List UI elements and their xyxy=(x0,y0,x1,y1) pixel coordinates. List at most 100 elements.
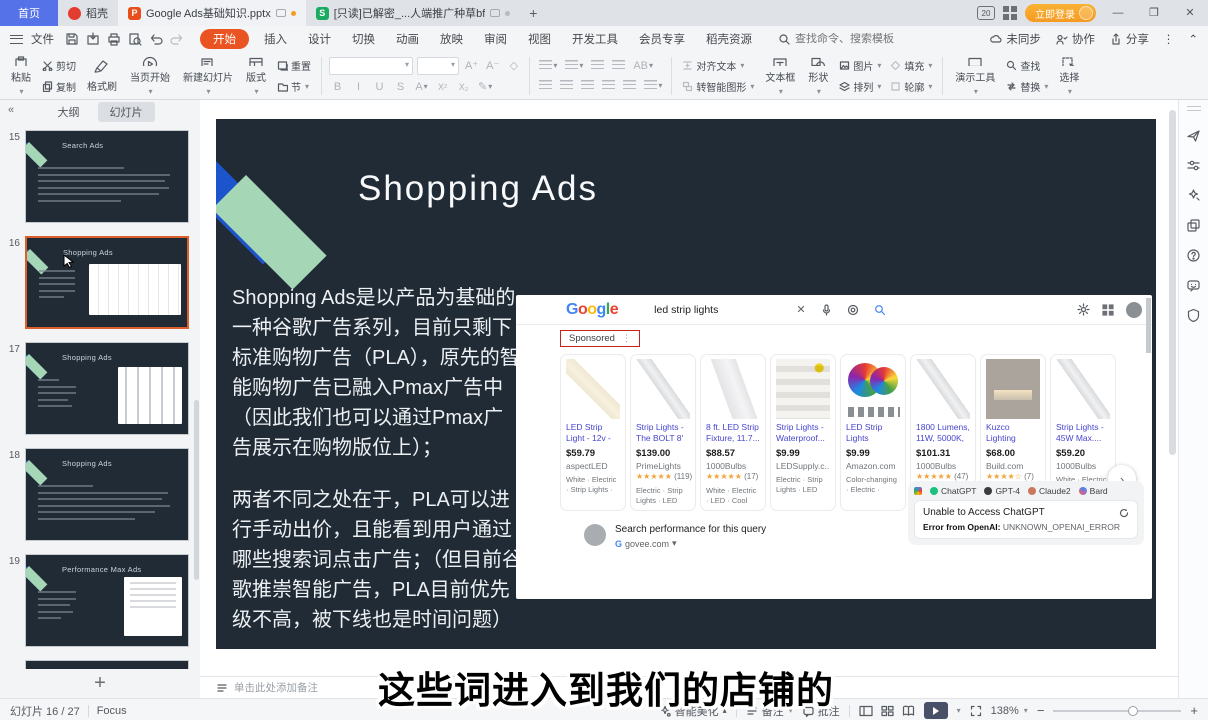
present-tools-button[interactable]: 演示工具 xyxy=(950,54,1000,98)
outline-button[interactable]: 轮廓 xyxy=(887,78,935,95)
align-center-button[interactable] xyxy=(558,78,575,94)
zoom-level[interactable]: 138% xyxy=(991,705,1028,717)
save-icon[interactable] xyxy=(65,32,79,46)
help-icon[interactable] xyxy=(1186,248,1201,263)
line-spacing-button[interactable] xyxy=(642,78,664,94)
preview-icon[interactable] xyxy=(128,32,142,46)
find-button[interactable]: 查找 xyxy=(1003,57,1051,74)
menu-tab-start[interactable]: 开始 xyxy=(200,29,249,49)
align-right-button[interactable] xyxy=(579,78,596,94)
share-button[interactable]: 分享 xyxy=(1109,31,1149,47)
feedback-icon[interactable] xyxy=(1186,278,1201,293)
slides-tab[interactable]: 幻灯片 xyxy=(98,102,155,122)
align-text-button[interactable]: 对齐文本 xyxy=(679,57,757,74)
slide-thumbnail-18[interactable]: 18 Shopping Ads xyxy=(4,448,194,541)
apps-grid-icon[interactable] xyxy=(1003,6,1017,20)
menu-tab-insert[interactable]: 插入 xyxy=(255,29,296,49)
slide-title[interactable]: Shopping Ads xyxy=(358,169,598,209)
decrease-font-button[interactable]: A⁻ xyxy=(484,58,501,74)
smart-graphic-button[interactable]: 转智能图形 xyxy=(679,78,757,95)
slide-thumbnail-19[interactable]: 19 Performance Max Ads xyxy=(4,554,194,647)
bullet-list-button[interactable] xyxy=(537,58,559,74)
decrease-indent-button[interactable] xyxy=(589,58,606,74)
shapes-button[interactable]: 形状 xyxy=(803,54,833,98)
magic-wand-icon[interactable] xyxy=(1186,188,1201,203)
menu-tab-animation[interactable]: 动画 xyxy=(387,29,428,49)
collapse-ribbon-icon[interactable]: ⌃ xyxy=(1188,32,1198,46)
slide-body-text[interactable]: Shopping Ads是以产品为基础的一种谷歌广告系列，目前只剩下标准购物广告… xyxy=(232,283,522,635)
menu-tab-developer[interactable]: 开发工具 xyxy=(563,29,627,49)
editing-canvas[interactable]: Shopping Ads Shopping Ads是以产品为基础的一种谷歌广告系… xyxy=(200,100,1178,676)
font-size-select[interactable] xyxy=(417,57,459,75)
layers-icon[interactable] xyxy=(1186,218,1201,233)
paste-button[interactable]: 粘贴 xyxy=(6,54,36,98)
increase-font-button[interactable]: A⁺ xyxy=(463,58,480,74)
menu-tab-member[interactable]: 会员专享 xyxy=(630,29,694,49)
more-menu-icon[interactable]: ⋮ xyxy=(1163,32,1175,46)
menu-tab-transition[interactable]: 切换 xyxy=(343,29,384,49)
reset-button[interactable]: 重置 xyxy=(274,57,314,74)
columns-button[interactable] xyxy=(621,78,638,94)
slide-16[interactable]: Shopping Ads Shopping Ads是以产品为基础的一种谷歌广告系… xyxy=(216,119,1156,649)
layout-button[interactable]: 版式 xyxy=(241,54,271,98)
sorter-view-icon[interactable] xyxy=(881,705,894,717)
font-color-button[interactable]: A xyxy=(413,79,430,95)
slide-thumbnail-20-partial[interactable] xyxy=(25,660,189,669)
menu-tab-docer-res[interactable]: 稻壳资源 xyxy=(697,29,761,49)
highlight-button[interactable]: ✎ xyxy=(476,79,494,95)
play-from-current-button[interactable]: 当页开始 xyxy=(125,54,175,98)
replace-button[interactable]: 替换 xyxy=(1003,78,1051,95)
panel-scrollbar[interactable] xyxy=(194,400,199,580)
export-icon[interactable] xyxy=(86,32,100,46)
tab-document-pptx[interactable]: P Google Ads基础知识.pptx xyxy=(118,0,306,26)
zoom-in-button[interactable]: + xyxy=(1190,703,1198,718)
select-button[interactable]: 选择 xyxy=(1054,54,1084,98)
minimize-button[interactable]: — xyxy=(1104,1,1132,25)
copy-button[interactable]: 复制 xyxy=(39,78,79,95)
text-direction-button[interactable]: AB xyxy=(631,58,655,74)
menu-tab-design[interactable]: 设计 xyxy=(299,29,340,49)
font-family-select[interactable] xyxy=(329,57,413,75)
tab-document-sheet[interactable]: S [只读]已解密_...人端推广种草bf xyxy=(306,0,521,26)
superscript-button[interactable]: X² xyxy=(434,79,451,95)
undo-icon[interactable] xyxy=(149,32,163,46)
login-button[interactable]: 立即登录 xyxy=(1025,4,1096,22)
cut-button[interactable]: 剪切 xyxy=(39,57,79,74)
new-tab-button[interactable]: + xyxy=(520,0,546,26)
zoom-slider-thumb[interactable] xyxy=(1128,706,1138,716)
tab-home[interactable]: 首页 xyxy=(0,0,58,26)
subscript-button[interactable]: X₂ xyxy=(455,79,472,95)
shield-icon[interactable] xyxy=(1186,308,1201,323)
bold-button[interactable]: B xyxy=(329,79,346,95)
picture-button[interactable]: 图片 xyxy=(836,57,884,74)
clear-format-button[interactable]: ◇ xyxy=(505,58,522,74)
menu-tab-view[interactable]: 视图 xyxy=(519,29,560,49)
zoom-out-button[interactable]: − xyxy=(1037,703,1045,718)
command-search-input[interactable] xyxy=(795,33,925,45)
close-button[interactable]: ✕ xyxy=(1176,1,1204,25)
strikethrough-button[interactable]: S xyxy=(392,79,409,95)
outline-tab[interactable]: 大纲 xyxy=(46,102,92,122)
text-box-button[interactable]: 文本框 xyxy=(760,54,800,98)
numbered-list-button[interactable] xyxy=(563,58,585,74)
sliders-icon[interactable] xyxy=(1186,158,1201,173)
fit-screen-icon[interactable] xyxy=(970,705,982,717)
hamburger-icon[interactable] xyxy=(10,35,23,44)
normal-view-icon[interactable] xyxy=(859,705,873,717)
slide-thumbnail-16-selected[interactable]: 16 Shopping Ads xyxy=(4,236,194,329)
add-slide-button[interactable]: + xyxy=(0,669,200,697)
google-screenshot-image[interactable]: Google led strip lights ✕ xyxy=(516,295,1152,599)
print-icon[interactable] xyxy=(107,32,121,46)
redo-icon[interactable] xyxy=(170,32,184,46)
new-slide-button[interactable]: 新建幻灯片 xyxy=(178,54,238,98)
command-search[interactable] xyxy=(778,33,925,45)
maximize-button[interactable]: ❐ xyxy=(1140,1,1168,25)
file-menu[interactable]: 文件 xyxy=(31,31,54,47)
tab-docer[interactable]: 稻壳 xyxy=(58,0,118,26)
section-button[interactable]: 节 xyxy=(274,78,314,95)
collaborate-button[interactable]: 协作 xyxy=(1055,31,1095,47)
underline-button[interactable]: U xyxy=(371,79,388,95)
play-slideshow-button[interactable] xyxy=(924,702,948,719)
menu-tab-slideshow[interactable]: 放映 xyxy=(431,29,472,49)
canvas-scrollbar[interactable] xyxy=(1169,110,1176,455)
